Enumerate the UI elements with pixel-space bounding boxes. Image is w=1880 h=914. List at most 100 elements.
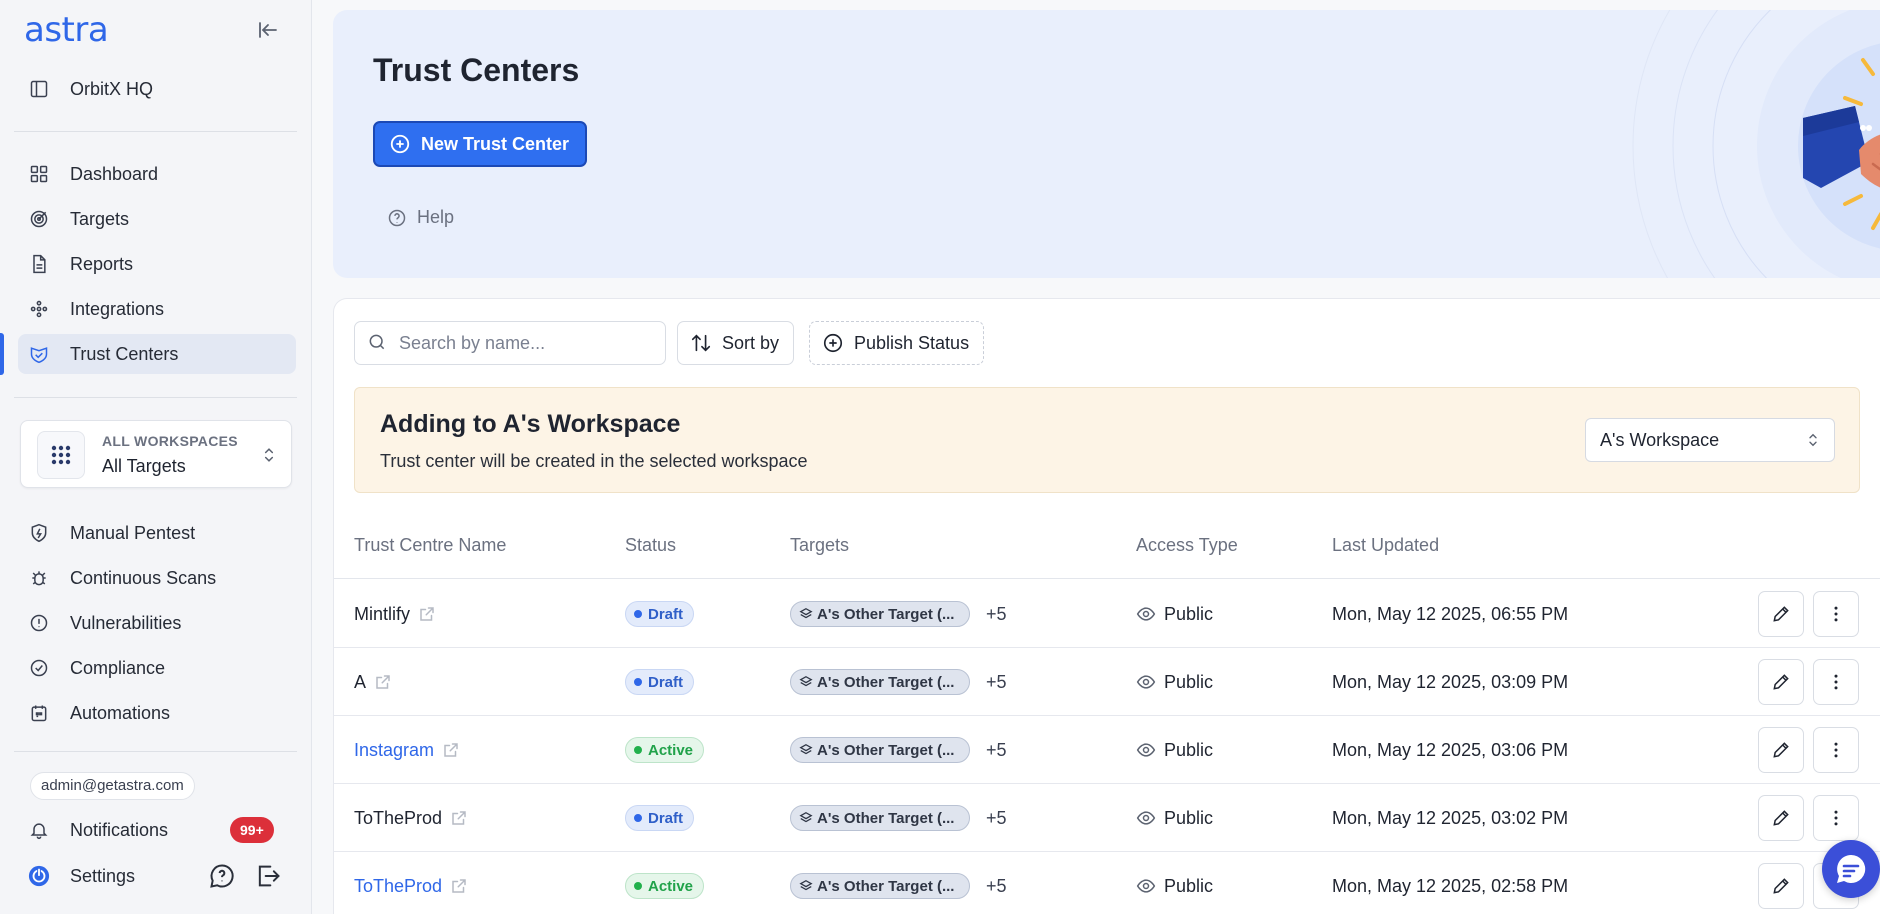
logout-icon[interactable] — [254, 862, 282, 890]
nav-automations[interactable]: Automations — [18, 693, 296, 733]
status-cell: Draft — [625, 784, 695, 852]
nav-manual-pentest[interactable]: Manual Pentest — [18, 513, 296, 553]
updated-cell: Mon, May 12 2025, 06:55 PM — [1332, 580, 1568, 648]
access-cell: Public — [1136, 648, 1213, 716]
trust-center-name[interactable]: Instagram — [354, 740, 434, 761]
status-badge: Draft — [625, 805, 695, 831]
column-header-targets[interactable]: Targets — [790, 535, 849, 556]
column-header-access-type[interactable]: Access Type — [1136, 535, 1238, 556]
external-link-icon[interactable] — [450, 877, 468, 895]
trust-center-name[interactable]: A — [354, 672, 366, 693]
last-updated: Mon, May 12 2025, 03:06 PM — [1332, 739, 1569, 760]
access-cell: Public — [1136, 784, 1213, 852]
status-cell: Draft — [625, 648, 695, 716]
edit-button[interactable] — [1758, 863, 1804, 909]
org-name: OrbitX HQ — [70, 78, 154, 99]
target-label: A's Other Target (... — [817, 809, 955, 827]
question-icon — [387, 208, 407, 228]
targets-cell: A's Other Target (... +5 — [790, 648, 1007, 716]
chevron-updown-icon — [1804, 431, 1822, 449]
trust-center-name[interactable]: Mintlify — [354, 604, 410, 625]
hero-illustration — [1632, 10, 1880, 278]
search-icon — [367, 332, 389, 354]
user-email[interactable]: admin@getastra.com — [30, 772, 195, 800]
name-cell: ToTheProd — [354, 852, 468, 914]
help-chat-icon[interactable] — [208, 862, 236, 890]
nav-label: Trust Centers — [70, 343, 179, 364]
pencil-icon — [1773, 606, 1789, 622]
access-cell: Public — [1136, 716, 1213, 784]
target-chip[interactable]: A's Other Target (... — [790, 669, 970, 695]
more-targets-count[interactable]: +5 — [986, 740, 1007, 761]
chevron-updown-icon — [259, 445, 279, 465]
layers-icon — [799, 675, 813, 689]
target-chip[interactable]: A's Other Target (... — [790, 601, 970, 627]
column-header-last-updated[interactable]: Last Updated — [1332, 535, 1439, 556]
nav-settings[interactable]: Settings — [18, 856, 178, 896]
updated-cell: Mon, May 12 2025, 03:02 PM — [1332, 784, 1568, 852]
shield-icon — [28, 522, 50, 544]
column-header-name[interactable]: Trust Centre Name — [354, 535, 506, 556]
column-header-status[interactable]: Status — [625, 535, 676, 556]
external-link-icon[interactable] — [450, 809, 468, 827]
nav-vulnerabilities[interactable]: Vulnerabilities — [18, 603, 296, 643]
more-actions-button[interactable] — [1813, 727, 1859, 773]
org-switcher[interactable]: OrbitX HQ — [18, 69, 296, 109]
target-label: A's Other Target (... — [817, 673, 955, 691]
more-targets-count[interactable]: +5 — [986, 876, 1007, 897]
publish-status-filter[interactable]: Publish Status — [809, 321, 985, 365]
status-badge: Draft — [625, 601, 695, 627]
table-row[interactable]: ToTheProd Active A's Other Target (... +5 Pu… — [334, 852, 1880, 914]
collapse-sidebar-icon[interactable] — [256, 18, 280, 42]
external-link-icon[interactable] — [418, 605, 436, 623]
more-targets-count[interactable]: +5 — [986, 672, 1007, 693]
workspace-selector[interactable]: ALL WORKSPACES All Targets — [20, 420, 292, 488]
more-actions-button[interactable] — [1813, 591, 1859, 637]
nav-reports[interactable]: Reports — [18, 244, 296, 284]
nav-continuous-scans[interactable]: Continuous Scans — [18, 558, 296, 598]
more-actions-button[interactable] — [1813, 659, 1859, 705]
nav-trust-centers[interactable]: Trust Centers — [18, 334, 296, 374]
search-box[interactable] — [354, 321, 666, 365]
target-chip[interactable]: A's Other Target (... — [790, 873, 970, 899]
layers-icon — [799, 743, 813, 757]
name-cell: Mintlify — [354, 580, 436, 648]
table-row[interactable]: A Draft A's Other Target (... +5 Public Mon, … — [334, 648, 1880, 716]
edit-button[interactable] — [1758, 727, 1804, 773]
name-cell: Instagram — [354, 716, 460, 784]
trust-center-name[interactable]: ToTheProd — [354, 808, 442, 829]
nav-compliance[interactable]: Compliance — [18, 648, 296, 688]
status-cell: Draft — [625, 580, 695, 648]
target-chip[interactable]: A's Other Target (... — [790, 737, 970, 763]
more-targets-count[interactable]: +5 — [986, 604, 1007, 625]
external-link-icon[interactable] — [442, 741, 460, 759]
access-type: Public — [1164, 671, 1214, 692]
workspace-value: All Targets — [102, 456, 186, 476]
target-chip[interactable]: A's Other Target (... — [790, 805, 970, 831]
layers-icon — [799, 811, 813, 825]
edit-button[interactable] — [1758, 659, 1804, 705]
more-targets-count[interactable]: +5 — [986, 808, 1007, 829]
new-trust-center-button[interactable]: New Trust Center — [373, 121, 588, 167]
astra-logo[interactable]: astra — [24, 10, 109, 50]
nav-targets[interactable]: Targets — [18, 199, 296, 239]
workspace-select[interactable]: A's Workspace — [1585, 418, 1835, 462]
edit-button[interactable] — [1758, 591, 1804, 637]
updated-cell: Mon, May 12 2025, 02:58 PM — [1332, 852, 1568, 914]
publish-status-label: Publish Status — [854, 332, 970, 353]
external-link-icon[interactable] — [374, 673, 392, 691]
table-row[interactable]: ToTheProd Draft A's Other Target (... +5 Pub… — [334, 784, 1880, 852]
table-header: Trust Centre Name Status Targets Access … — [334, 535, 1880, 579]
trust-center-name[interactable]: ToTheProd — [354, 876, 442, 897]
edit-button[interactable] — [1758, 795, 1804, 841]
table-row[interactable]: Instagram Active A's Other Target (... +5 Pu… — [334, 716, 1880, 784]
updated-cell: Mon, May 12 2025, 03:09 PM — [1332, 648, 1568, 716]
help-link[interactable]: Help — [387, 207, 454, 228]
table-row[interactable]: Mintlify Draft A's Other Target (... +5 Publ… — [334, 580, 1880, 648]
nav-dashboard[interactable]: Dashboard — [18, 154, 296, 194]
more-actions-button[interactable] — [1813, 795, 1859, 841]
nav-integrations[interactable]: Integrations — [18, 289, 296, 329]
search-input[interactable] — [399, 332, 649, 354]
chat-widget-button[interactable] — [1822, 840, 1880, 898]
sort-by-button[interactable]: Sort by — [677, 321, 795, 365]
